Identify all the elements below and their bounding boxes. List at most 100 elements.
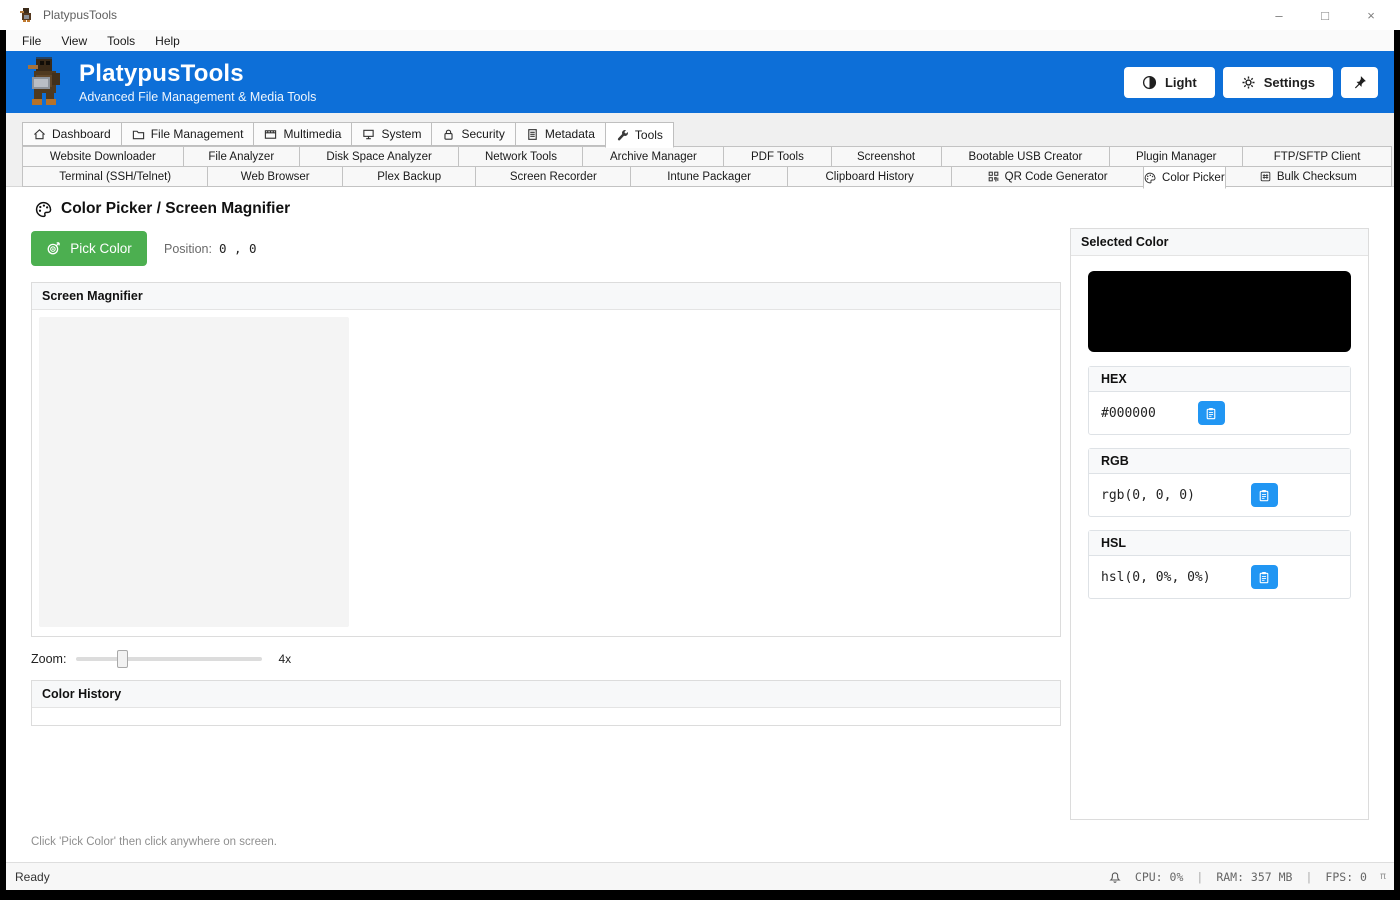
rgb-label: RGB [1089,449,1350,474]
subtab-bulk-checksum[interactable]: Bulk Checksum [1224,166,1393,187]
palette-icon [35,201,52,218]
zoom-label: Zoom: [31,652,67,666]
theme-toggle-button[interactable]: Light [1123,66,1215,98]
tab-tools[interactable]: Tools [604,122,674,148]
selected-color-swatch [1088,271,1351,352]
menu-view[interactable]: View [51,32,97,50]
copy-rgb-button[interactable] [1250,483,1278,507]
sub-tab-row-2: Terminal (SSH/Telnet) Web Browser Plex B… [22,166,1393,189]
tab-file-management[interactable]: File Management [120,122,255,146]
tab-dashboard[interactable]: Dashboard [22,122,122,146]
subtab-pdf-tools[interactable]: PDF Tools [723,146,832,167]
status-bar: Ready CPU: 0% | RAM: 357 MB | FPS: 0 π [6,862,1394,890]
gear-icon [1241,75,1256,90]
subtab-archive-manager[interactable]: Archive Manager [582,146,725,167]
zoom-value: 4x [278,652,292,666]
clipboard-icon [1205,407,1217,420]
home-icon [33,128,46,141]
pin-window-button[interactable] [1341,66,1378,98]
close-button[interactable]: × [1348,0,1394,30]
subtab-network-tools[interactable]: Network Tools [458,146,584,167]
subtab-terminal[interactable]: Terminal (SSH/Telnet) [22,166,209,187]
target-icon [46,241,61,256]
maximize-button[interactable]: □ [1302,0,1348,30]
pick-color-button[interactable]: Pick Color [31,231,147,266]
wrench-icon [616,129,629,142]
pi-glyph: π [1379,871,1386,882]
menu-file[interactable]: File [12,32,51,50]
lock-icon [442,128,455,141]
status-ready: Ready [15,869,50,884]
status-fps: FPS: 0 [1325,869,1367,884]
status-cpu: CPU: 0% [1134,869,1184,884]
selected-color-title: Selected Color [1071,229,1368,256]
menu-tools[interactable]: Tools [97,32,145,50]
hex-card: HEX #000000 [1088,366,1351,435]
palette-icon [1144,172,1156,184]
subtab-ftp-sftp-client[interactable]: FTP/SFTP Client [1242,146,1392,167]
tab-multimedia[interactable]: Multimedia [253,122,353,146]
pin-icon [1352,75,1367,90]
subtab-qr-code-generator[interactable]: QR Code Generator [951,166,1145,187]
position-value: 0 , 0 [218,241,257,256]
tab-strip: Dashboard File Management Multimedia Sys… [6,113,1394,189]
contrast-icon [1142,75,1157,90]
position-label: Position: [164,241,212,256]
subtab-color-picker[interactable]: Color Picker [1143,166,1226,189]
hex-value: #000000 [1101,405,1156,421]
menu-help[interactable]: Help [145,32,190,50]
color-history-title: Color History [32,681,1060,708]
screen-magnifier-panel: Screen Magnifier [31,282,1061,637]
window-titlebar: PlatypusTools – □ × [0,0,1400,30]
qr-code-icon [988,171,999,182]
hsl-card: HSL hsl(0, 0%, 0%) [1088,530,1351,599]
subtab-clipboard-history[interactable]: Clipboard History [786,166,953,187]
folder-icon [132,128,145,141]
hsl-value: hsl(0, 0%, 0%) [1101,569,1211,585]
color-history-panel: Color History [31,680,1061,726]
clipboard-icon [1258,571,1270,584]
subtab-file-analyzer[interactable]: File Analyzer [182,146,300,167]
zoom-slider-track[interactable] [76,657,263,661]
tab-security[interactable]: Security [431,122,516,146]
app-title: PlatypusTools [79,59,244,87]
zoom-slider-thumb[interactable] [117,650,129,668]
rgb-card: RGB rgb(0, 0, 0) [1088,448,1351,517]
film-icon [264,128,277,141]
subtab-bootable-usb-creator[interactable]: Bootable USB Creator [940,146,1111,167]
copy-hsl-button[interactable] [1250,565,1278,589]
screen-magnifier-title: Screen Magnifier [32,283,1060,310]
document-icon [526,128,539,141]
copy-hex-button[interactable] [1197,401,1225,425]
magnifier-canvas[interactable] [39,317,349,627]
usage-hint: Click 'Pick Color' then click anywhere o… [31,836,277,848]
app-window: File View Tools Help PlatypusTools Advan… [6,30,1394,890]
app-header: PlatypusTools Advanced File Management &… [6,51,1394,113]
subtab-intune-packager[interactable]: Intune Packager [630,166,788,187]
subtab-web-browser[interactable]: Web Browser [207,166,343,187]
zoom-slider[interactable] [76,650,263,668]
app-subtitle: Advanced File Management & Media Tools [79,89,317,104]
subtab-screenshot[interactable]: Screenshot [830,146,942,167]
subtab-website-downloader[interactable]: Website Downloader [22,146,184,167]
subtab-plex-backup[interactable]: Plex Backup [341,166,477,187]
color-history-list [32,708,1060,725]
subtab-disk-space-analyzer[interactable]: Disk Space Analyzer [298,146,460,167]
hex-label: HEX [1089,367,1350,392]
bell-icon[interactable] [1108,869,1122,884]
tab-system[interactable]: System [351,122,433,146]
checksum-icon [1260,171,1271,182]
page-title: Color Picker / Screen Magnifier [35,200,1061,218]
subtab-screen-recorder[interactable]: Screen Recorder [475,166,632,187]
subtab-plugin-manager[interactable]: Plugin Manager [1109,146,1244,167]
platypus-logo [28,57,60,105]
settings-button[interactable]: Settings [1222,66,1333,98]
rgb-value: rgb(0, 0, 0) [1101,487,1195,503]
tab-metadata[interactable]: Metadata [514,122,606,146]
minimize-button[interactable]: – [1256,0,1302,30]
hsl-label: HSL [1089,531,1350,556]
app-platypus-icon [20,8,31,22]
color-picker-page: Color Picker / Screen Magnifier Pick Col… [6,186,1394,862]
status-ram: RAM: 357 MB [1216,869,1293,884]
menu-bar: File View Tools Help [6,30,1394,51]
